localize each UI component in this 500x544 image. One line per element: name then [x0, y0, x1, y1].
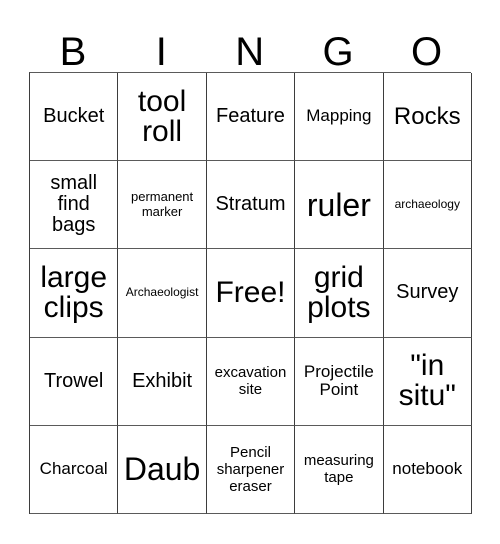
bingo-cell[interactable]: "in situ" — [383, 337, 472, 426]
bingo-cell-label: ruler — [306, 186, 371, 223]
bingo-cell-label: Free! — [215, 276, 286, 309]
bingo-cell[interactable]: Survey — [383, 249, 472, 338]
bingo-letter-i: I — [155, 30, 168, 74]
bingo-header-cell-n: N — [206, 14, 294, 72]
bingo-cell[interactable]: Pencil sharpener eraser — [206, 425, 296, 515]
bingo-cell-label: notebook — [392, 459, 463, 479]
bingo-cell-label: permanent marker — [131, 189, 194, 219]
bingo-cell[interactable]: Charcoal — [30, 425, 119, 515]
bingo-letter-o: O — [410, 30, 443, 74]
bingo-cell[interactable]: Stratum — [206, 161, 296, 250]
bingo-cell[interactable]: small find bags — [30, 161, 119, 250]
bingo-row: large clips Archaeologist Free! grid plo… — [30, 249, 472, 338]
bingo-cell[interactable]: notebook — [383, 425, 472, 515]
bingo-cell-label: Survey — [396, 281, 459, 304]
bingo-cell-label: Mapping — [306, 106, 372, 126]
bingo-letter-n: N — [235, 30, 265, 74]
bingo-row: Charcoal Daub Pencil sharpener eraser me… — [30, 425, 472, 515]
bingo-cell-label: Bucket — [43, 105, 105, 127]
bingo-cell[interactable]: Rocks — [383, 73, 472, 162]
bingo-cell-label: archaeology — [394, 197, 460, 212]
bingo-cell-label: Exhibit — [132, 369, 193, 392]
bingo-cell-label: "in situ" — [398, 349, 456, 413]
bingo-cell[interactable]: large clips — [30, 249, 119, 338]
bingo-header: B I N G O — [29, 14, 471, 72]
bingo-cell[interactable]: archaeology — [383, 161, 472, 250]
bingo-cell-label: excavation site — [214, 364, 287, 399]
bingo-cell-label: Projectile Point — [303, 361, 374, 400]
bingo-cell[interactable]: measuring tape — [295, 425, 384, 515]
bingo-cell-label: Feature — [216, 105, 285, 127]
bingo-cell-label: Pencil sharpener eraser — [216, 443, 285, 495]
bingo-cell-label: tool roll — [137, 84, 187, 148]
bingo-row: Trowel Exhibit excavation site Projectil… — [30, 337, 472, 426]
bingo-cell[interactable]: permanent marker — [118, 161, 207, 250]
bingo-cell[interactable]: tool roll — [118, 73, 207, 162]
bingo-cell[interactable]: Daub — [118, 425, 207, 515]
bingo-header-cell-b: B — [29, 14, 117, 72]
bingo-cell-label: small find bags — [50, 172, 98, 237]
bingo-cell-label: Trowel — [44, 369, 104, 392]
bingo-cell-label: Stratum — [215, 193, 286, 216]
bingo-cell-label: large clips — [40, 261, 108, 324]
bingo-cell[interactable]: Projectile Point — [295, 337, 384, 426]
bingo-cell-label: grid plots — [307, 261, 371, 324]
bingo-cell[interactable]: grid plots — [295, 249, 384, 338]
bingo-cell[interactable]: Trowel — [30, 337, 119, 426]
bingo-header-cell-i: I — [117, 14, 205, 72]
bingo-row: small find bags permanent marker Stratum… — [30, 161, 472, 250]
bingo-cell[interactable]: Archaeologist — [118, 249, 207, 338]
bingo-cell-free[interactable]: Free! — [206, 249, 296, 338]
bingo-cell-label: Daub — [123, 451, 201, 488]
bingo-cell[interactable]: Bucket — [30, 73, 119, 162]
bingo-cell-label: Rocks — [393, 103, 461, 130]
bingo-cell-label: Charcoal — [39, 459, 108, 479]
bingo-cell[interactable]: Feature — [206, 73, 296, 162]
bingo-cell[interactable]: excavation site — [206, 337, 296, 426]
bingo-cell-label: measuring tape — [303, 452, 374, 487]
bingo-grid: Bucket tool roll Feature Mapping Rocks s… — [29, 72, 472, 515]
bingo-cell[interactable]: Mapping — [295, 73, 384, 162]
bingo-letter-b: B — [59, 30, 87, 74]
bingo-letter-g: G — [322, 30, 355, 74]
bingo-cell-label: Archaeologist — [125, 285, 199, 300]
bingo-card: B I N G O Bucket tool roll Feature Mappi… — [29, 14, 472, 515]
bingo-cell[interactable]: ruler — [295, 161, 384, 250]
bingo-row: Bucket tool roll Feature Mapping Rocks — [30, 73, 472, 162]
bingo-cell[interactable]: Exhibit — [118, 337, 207, 426]
bingo-header-cell-o: O — [383, 14, 471, 72]
bingo-header-cell-g: G — [294, 14, 382, 72]
